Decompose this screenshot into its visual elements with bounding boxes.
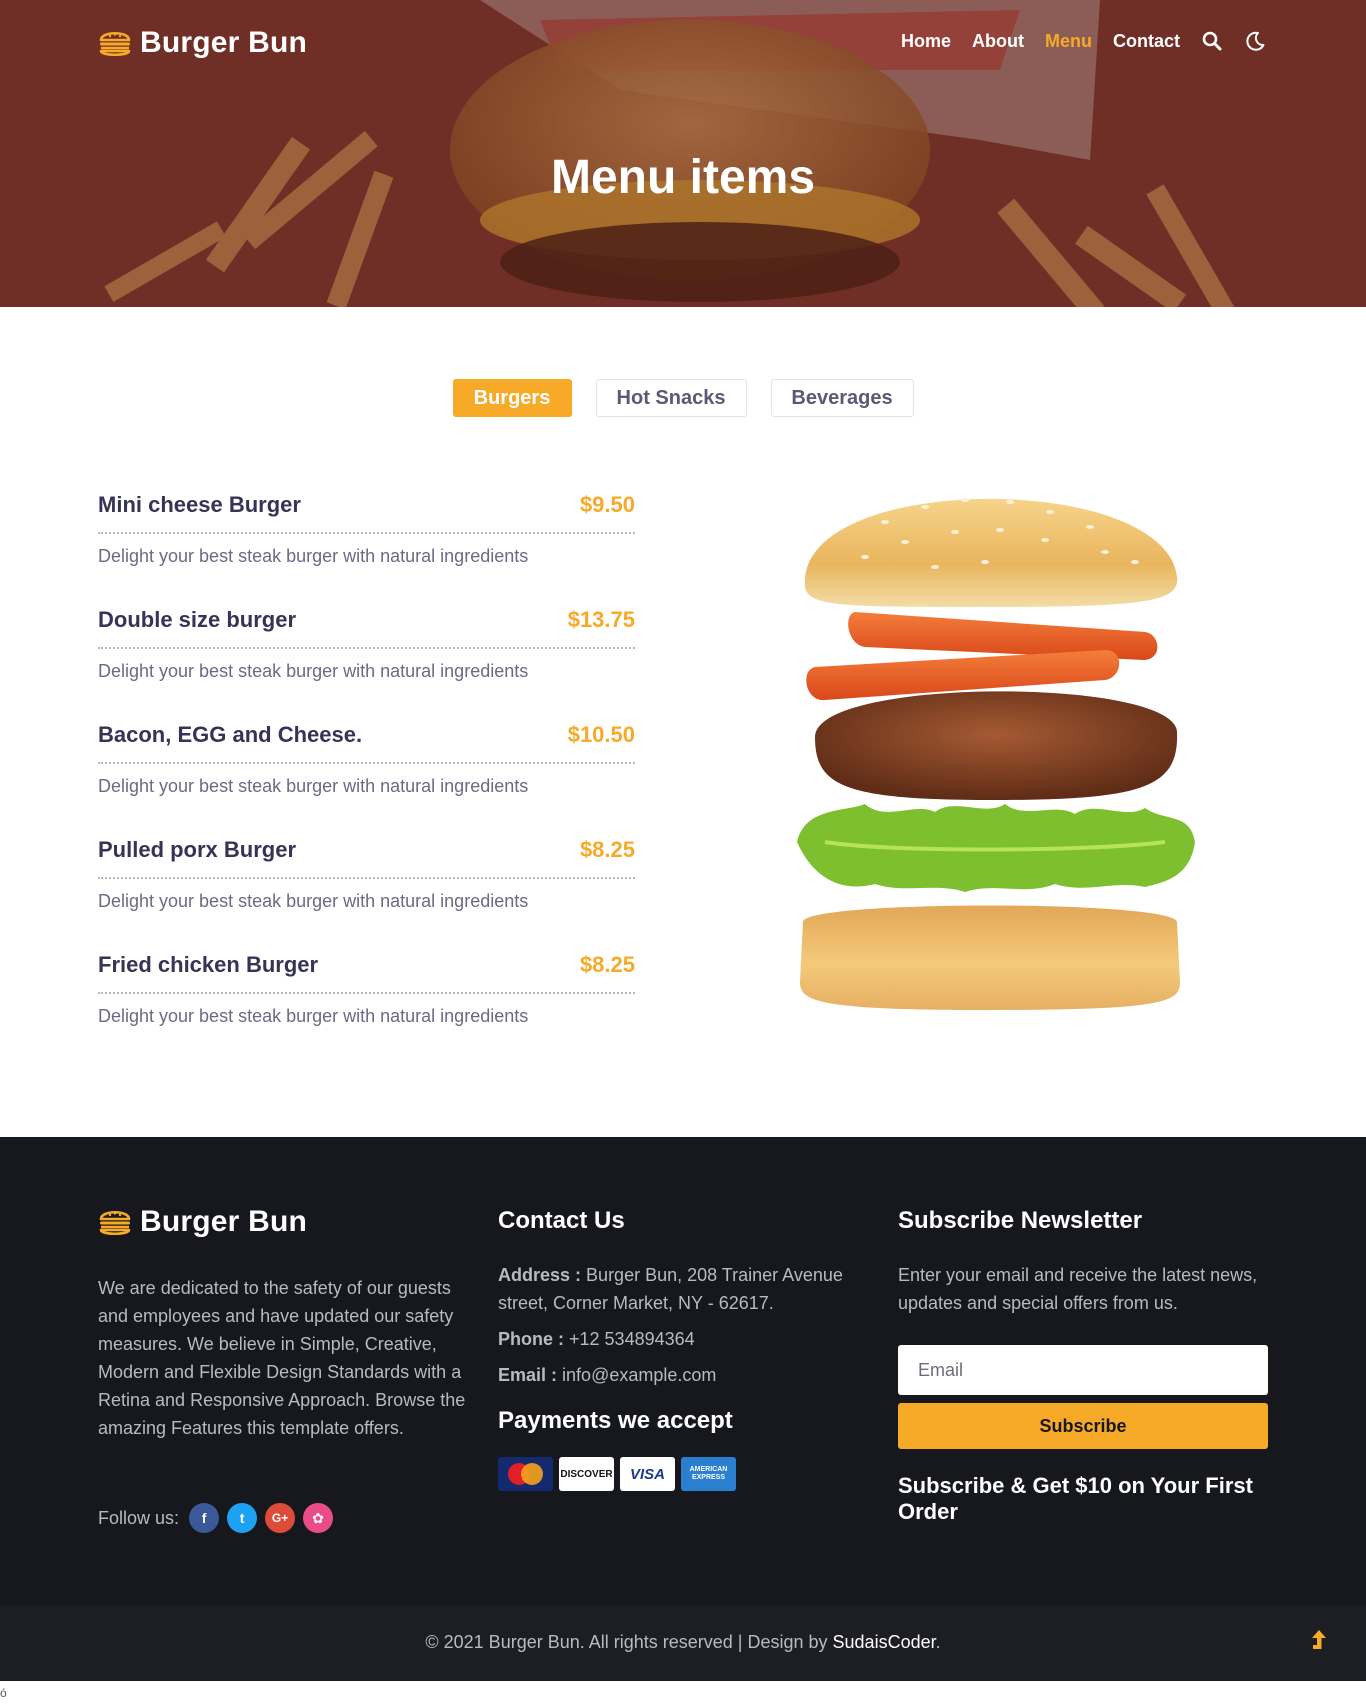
top-navigation-bar: Burger Bun Home About Menu Contact [98, 26, 1266, 66]
tab-beverages[interactable]: Beverages [770, 379, 914, 417]
nav-contact[interactable]: Contact [1113, 31, 1180, 52]
arrow-up-icon[interactable] [1308, 1627, 1330, 1655]
menu-item-name: Pulled porx Burger [98, 837, 297, 862]
amex-icon: AMERICAN EXPRESS [681, 1457, 736, 1491]
menu-item-description: Delight your best steak burger with natu… [98, 661, 529, 681]
menu-item: Bacon, EGG and Cheese. $10.50 Delight yo… [98, 720, 635, 835]
stray-character: ó [0, 1686, 7, 1700]
menu-item-description: Delight your best steak burger with natu… [98, 891, 529, 911]
mastercard-icon [498, 1457, 553, 1491]
burger-icon [99, 31, 131, 57]
footer-about-text: We are dedicated to the safety of our gu… [98, 1278, 466, 1438]
dribbble-icon[interactable]: ✿ [303, 1503, 334, 1533]
menu-item-name: Double size burger [98, 607, 297, 632]
menu-item: Fried chicken Burger $8.25 Delight your … [98, 950, 635, 1065]
menu-item-price: $8.25 [579, 837, 635, 862]
hero-banner: Burger Bun Home About Menu Contact Menu … [0, 0, 1366, 307]
payments-heading: Payments we accept [498, 1407, 733, 1434]
dotted-divider [98, 647, 635, 649]
menu-item: Mini cheese Burger $9.50 Delight your be… [98, 490, 635, 605]
copyright-main: © 2021 Burger Bun. All rights reserved |… [425, 1632, 833, 1652]
tab-burgers[interactable]: Burgers [452, 379, 572, 417]
copyright-text: © 2021 Burger Bun. All rights reserved |… [0, 1632, 1366, 1653]
mastercard-logo [498, 1457, 553, 1491]
menu-item-price: $9.50 [579, 492, 635, 517]
twitter-icon[interactable]: t [227, 1503, 258, 1533]
discover-icon: DISCOVER [559, 1457, 614, 1491]
newsletter-email-input[interactable] [898, 1345, 1268, 1395]
menu-item-description: Delight your best steak burger with natu… [98, 1006, 529, 1026]
tab-hot-snacks[interactable]: Hot Snacks [595, 379, 747, 417]
copyright-end: . [935, 1632, 941, 1652]
newsletter-text: Enter your email and receive the latest … [898, 1265, 1258, 1313]
menu-item-description: Delight your best steak burger with natu… [98, 546, 529, 566]
copyright-bar: © 2021 Burger Bun. All rights reserved |… [0, 1605, 1366, 1681]
contact-heading: Contact Us [498, 1207, 625, 1234]
nav-home[interactable]: Home [901, 31, 951, 52]
contact-phone: Phone : +12 534894364 [498, 1325, 878, 1353]
menu-item-price: $8.25 [579, 952, 635, 977]
designer-link[interactable]: SudaisCoder [833, 1632, 936, 1652]
moon-icon[interactable] [1244, 30, 1266, 52]
nav-about[interactable]: About [972, 31, 1024, 52]
social-links: Follow us: f t G+ ✿ [98, 1503, 334, 1533]
dotted-divider [98, 877, 635, 879]
menu-list: Mini cheese Burger $9.50 Delight your be… [98, 490, 635, 1065]
contact-column: Contact Us Address : Burger Bun, 208 Tra… [498, 1207, 878, 1491]
site-footer: Burger Bun We are dedicated to the safet… [0, 1137, 1366, 1605]
menu-item-name: Mini cheese Burger [98, 492, 301, 517]
menu-category-tabs: Burgers Hot Snacks Beverages [0, 379, 1366, 417]
phone-label: Phone : [498, 1329, 564, 1349]
menu-item-price: $13.75 [567, 607, 635, 632]
newsletter-column: Subscribe Newsletter Enter your email an… [898, 1207, 1268, 1525]
subscribe-button[interactable]: Subscribe [898, 1403, 1268, 1449]
menu-item-name: Bacon, EGG and Cheese. [98, 722, 363, 747]
follow-label: Follow us: [98, 1507, 180, 1528]
burger-icon [99, 1210, 131, 1236]
visa-icon: VISA [620, 1457, 675, 1491]
dotted-divider [98, 532, 635, 534]
email-value[interactable]: info@example.com [562, 1365, 716, 1385]
brand-name: Burger Bun [140, 26, 307, 59]
phone-value[interactable]: +12 534894364 [569, 1329, 695, 1349]
google-plus-icon[interactable]: G+ [265, 1503, 296, 1533]
dotted-divider [98, 762, 635, 764]
nav-menu[interactable]: Menu [1045, 31, 1092, 52]
search-icon[interactable] [1201, 30, 1223, 52]
newsletter-heading: Subscribe Newsletter [898, 1207, 1143, 1234]
menu-item: Double size burger $13.75 Delight your b… [98, 605, 635, 720]
dotted-divider [98, 992, 635, 994]
contact-email: Email : info@example.com [498, 1361, 878, 1389]
footer-brand-name: Burger Bun [140, 1205, 307, 1238]
burger-illustration [797, 498, 1195, 1010]
menu-item-price: $10.50 [567, 722, 635, 747]
payment-cards: DISCOVER VISA AMERICAN EXPRESS [498, 1457, 878, 1491]
brand-logo[interactable]: Burger Bun [98, 26, 307, 60]
main-nav: Home About Menu Contact [901, 30, 1266, 52]
email-label: Email : [498, 1365, 558, 1385]
menu-item: Pulled porx Burger $8.25 Delight your be… [98, 835, 635, 950]
menu-item-name: Fried chicken Burger [98, 952, 319, 977]
newsletter-offer: Subscribe & Get $10 on Your First Order [898, 1473, 1253, 1524]
footer-brand-logo[interactable]: Burger Bun [98, 1205, 307, 1239]
page-title: Menu items [550, 151, 816, 204]
address-label: Address : [498, 1265, 582, 1285]
contact-address: Address : Burger Bun, 208 Trainer Avenue… [498, 1261, 878, 1317]
facebook-icon[interactable]: f [189, 1503, 220, 1533]
menu-item-description: Delight your best steak burger with natu… [98, 776, 529, 796]
